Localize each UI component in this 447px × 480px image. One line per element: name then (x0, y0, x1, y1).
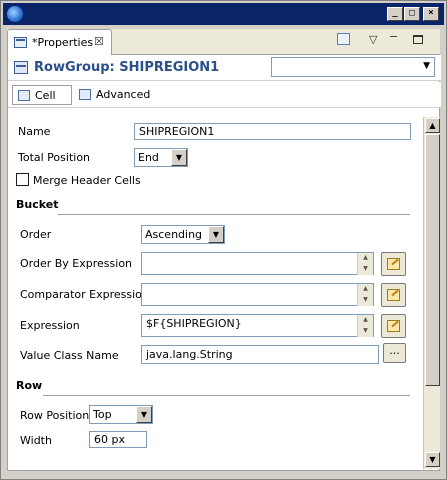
total-position-value: End (138, 151, 159, 164)
width-input[interactable]: 60 px (89, 431, 147, 448)
order-by-expression-input[interactable]: ▲ ▼ (141, 252, 374, 275)
window-close-button[interactable]: × (423, 7, 439, 21)
order-select[interactable]: Ascending ▼ (141, 225, 225, 244)
comparator-expression-editor-button[interactable] (381, 283, 406, 307)
tab-cell[interactable]: Cell (12, 85, 72, 105)
expression-editor-icon (387, 258, 400, 270)
spin-down-icon[interactable]: ▼ (357, 264, 373, 275)
tab-properties-label: *Properties (32, 36, 94, 49)
minimize-icon[interactable]: − (389, 30, 398, 43)
element-title: RowGroup: SHIPREGION1 (34, 60, 220, 75)
pin-view-icon[interactable] (337, 33, 350, 45)
tab-advanced[interactable]: Advanced (74, 85, 154, 105)
chevron-down-icon[interactable]: ▼ (208, 226, 224, 243)
expression-editor-button[interactable] (381, 314, 406, 338)
scroll-thumb[interactable] (425, 134, 440, 386)
order-label: Order (20, 228, 52, 241)
scroll-up-icon[interactable]: ▲ (425, 118, 440, 133)
property-tabs: Cell Advanced (8, 82, 441, 108)
expression-label: Expression (20, 319, 80, 332)
app-logo-icon (7, 6, 23, 22)
width-label: Width (20, 434, 52, 447)
spin-up-icon[interactable]: ▲ (357, 284, 373, 295)
bucket-section-title: Bucket (16, 198, 59, 211)
value-class-name-label: Value Class Name (20, 349, 119, 362)
close-tab-icon[interactable]: ☒ (94, 35, 104, 48)
value-class-name-input[interactable]: java.lang.String (141, 345, 379, 364)
spin-down-icon[interactable]: ▼ (357, 295, 373, 306)
row-position-label: Row Position (20, 409, 90, 422)
row-position-value: Top (93, 408, 112, 421)
title-bar[interactable]: _ □ × (3, 3, 444, 25)
view-menu-icon[interactable]: ▽ (369, 33, 377, 46)
chevron-down-icon[interactable]: ▼ (171, 149, 187, 166)
order-value: Ascending (145, 228, 203, 241)
element-selector[interactable]: ▼ (271, 57, 435, 77)
spin-up-icon[interactable]: ▲ (357, 253, 373, 264)
properties-icon (14, 37, 27, 48)
chevron-down-icon[interactable]: ▼ (423, 61, 430, 71)
row-position-select[interactable]: Top ▼ (89, 405, 153, 424)
merge-header-checkbox[interactable] (16, 173, 29, 186)
element-header: RowGroup: SHIPREGION1 ▼ (8, 55, 441, 81)
name-label: Name (18, 125, 51, 138)
tab-cell-label: Cell (35, 89, 56, 102)
expression-value: $F{SHIPREGION} (146, 317, 242, 330)
merge-header-label: Merge Header Cells (33, 174, 141, 187)
spin-up-icon[interactable]: ▲ (357, 315, 373, 326)
advanced-table-icon (79, 89, 91, 100)
comparator-expression-label: Comparator Expression (20, 288, 149, 301)
total-position-select[interactable]: End ▼ (134, 148, 188, 167)
order-by-expression-editor-button[interactable] (381, 252, 406, 276)
total-position-label: Total Position (18, 151, 91, 164)
scroll-down-icon[interactable]: ▼ (425, 452, 440, 467)
bucket-separator (58, 214, 410, 215)
browse-class-button[interactable]: ... (383, 343, 406, 363)
tab-advanced-label: Advanced (96, 88, 151, 101)
expression-editor-icon (387, 289, 400, 301)
name-input[interactable]: SHIPREGION1 (134, 123, 411, 140)
tab-properties[interactable]: *Properties ☒ (7, 29, 112, 55)
spin-down-icon[interactable]: ▼ (357, 326, 373, 337)
cell-icon (18, 90, 30, 101)
row-separator (43, 395, 410, 396)
vertical-scrollbar[interactable]: ▲ ▼ (423, 117, 440, 469)
properties-panel: RowGroup: SHIPREGION1 ▼ Cell Advanced Na… (7, 55, 441, 471)
cell-properties-form: Name SHIPREGION1 Total Position End ▼ Me… (8, 117, 423, 469)
row-group-icon (14, 61, 28, 74)
order-by-expression-label: Order By Expression (20, 257, 133, 270)
chevron-down-icon[interactable]: ▼ (136, 406, 152, 423)
properties-window: _ □ × *Properties ☒ ▽ − RowGroup: SHIPRE… (0, 0, 447, 480)
maximize-icon[interactable] (413, 35, 423, 44)
comparator-expression-input[interactable]: ▲ ▼ (141, 283, 374, 306)
view-tab-bar: *Properties ☒ ▽ − (7, 29, 440, 55)
expression-editor-icon (387, 320, 400, 332)
row-section-title: Row (16, 379, 43, 392)
expression-input[interactable]: $F{SHIPREGION} ▲ ▼ (141, 314, 374, 337)
window-restore-button[interactable]: □ (404, 7, 420, 21)
window-minimize-button[interactable]: _ (387, 7, 403, 21)
